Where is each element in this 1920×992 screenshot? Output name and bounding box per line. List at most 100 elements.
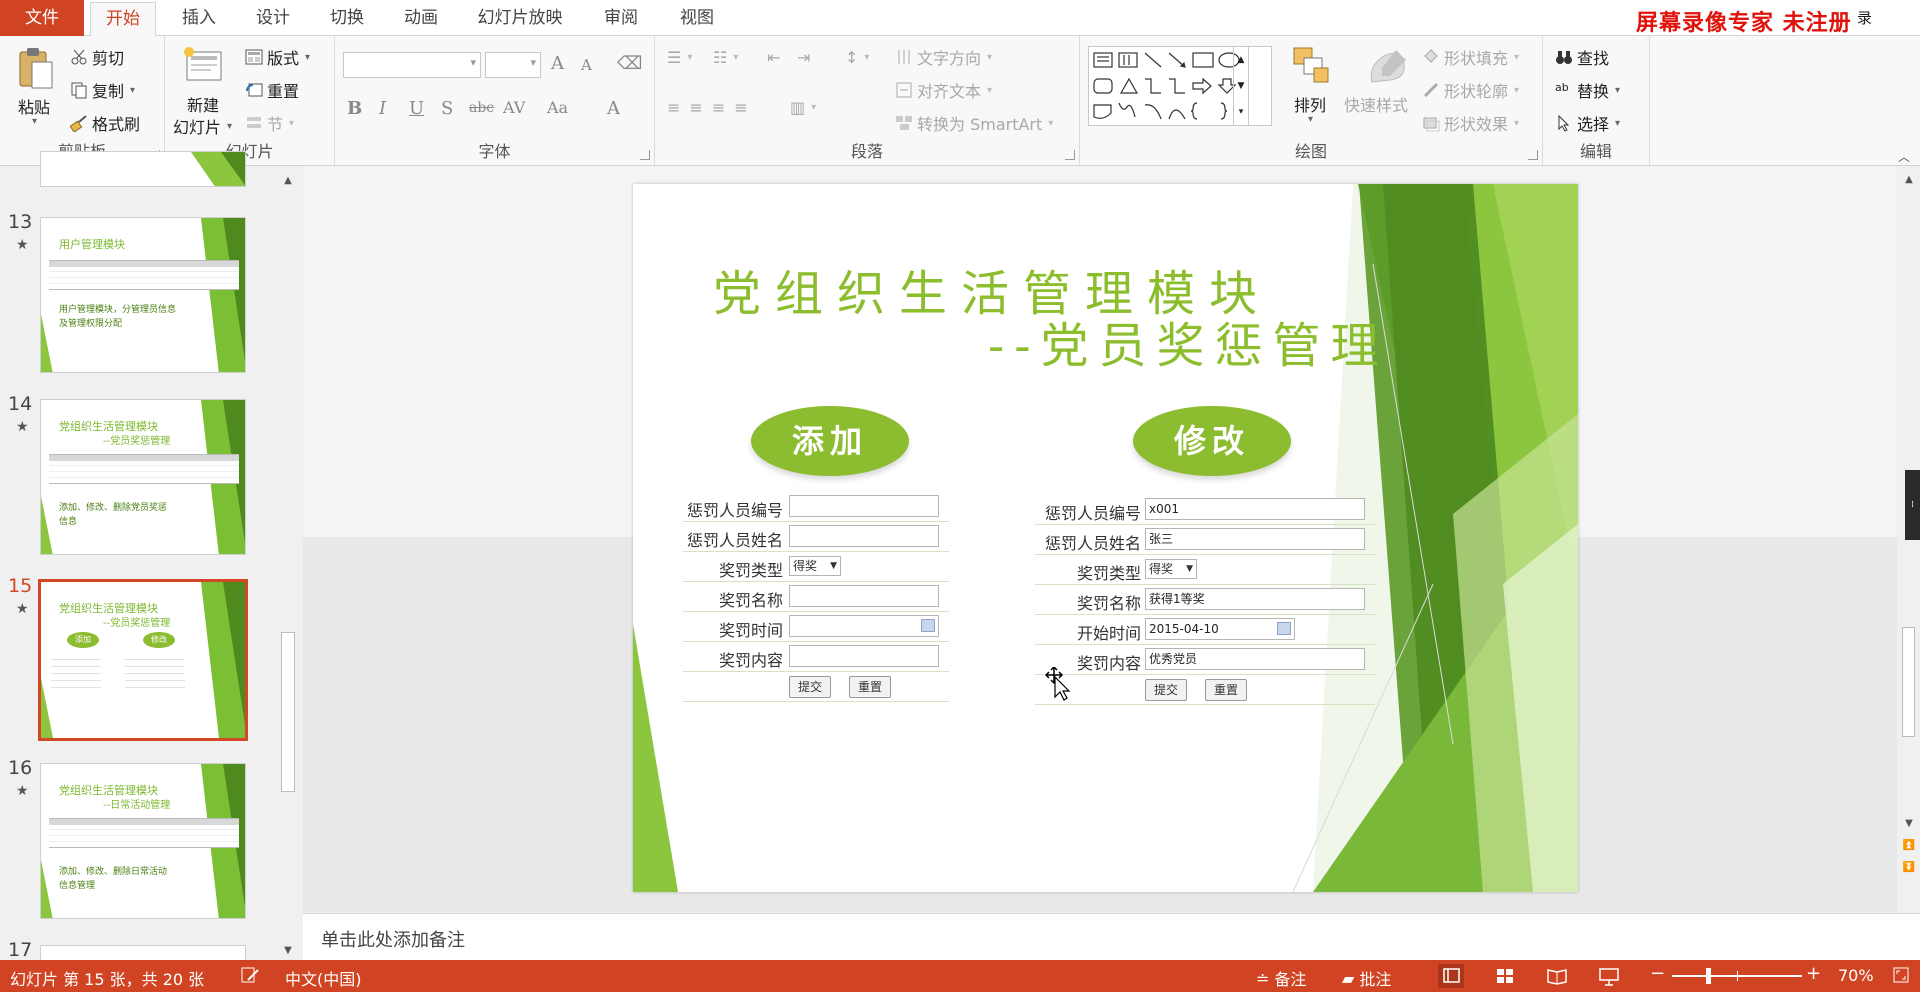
spellcheck-icon[interactable] — [240, 966, 260, 984]
quick-styles-icon[interactable] — [1366, 46, 1410, 92]
zoom-slider-thumb[interactable] — [1706, 968, 1711, 984]
shrink-font-button[interactable]: A — [581, 56, 592, 74]
slide-thumbnail-pane[interactable]: 13 ★ 用户管理模块 用户管理模块，分管理员信息 及管理权限分配 14 ★ 党… — [0, 151, 248, 961]
tab-animations[interactable]: 动画 — [394, 0, 448, 36]
edit-oval-shape[interactable]: 修改 — [1133, 406, 1291, 476]
quick-styles-button[interactable]: 快速样式 — [1344, 92, 1408, 116]
tab-slideshow[interactable]: 幻灯片放映 — [470, 0, 570, 36]
bullets-icon[interactable]: ☰ ▾ — [667, 48, 692, 67]
line-spacing-icon[interactable]: ↕ ▾ — [845, 48, 869, 67]
slideshow-view-button[interactable] — [1596, 964, 1622, 988]
language-status[interactable]: 中文(中国) — [285, 966, 362, 990]
shape-outline-button[interactable]: 形状轮廓 ▾ — [1422, 78, 1519, 102]
slide-thumbnail-14[interactable]: 党组织生活管理模块 --党员奖惩管理 添加、修改、删除党员奖惩 信息 — [40, 399, 246, 555]
slide-thumbnail-15[interactable]: 党组织生活管理模块 --党员奖惩管理 添加 修改 — [38, 579, 248, 741]
zoom-out-button[interactable]: − — [1650, 963, 1665, 984]
tab-view[interactable]: 视图 — [670, 0, 724, 36]
canvas-scroll-handle[interactable] — [1902, 627, 1915, 737]
zoom-in-button[interactable]: + — [1806, 963, 1821, 984]
scroll-up-arrow-icon[interactable]: ▲ — [1899, 171, 1919, 189]
arrange-icon[interactable] — [1292, 46, 1332, 90]
slide-sorter-button[interactable] — [1492, 964, 1518, 988]
thumbnail-scroll-handle[interactable] — [281, 632, 295, 792]
previous-slide-icon[interactable]: ⏫ — [1899, 837, 1919, 855]
smartart-button[interactable]: 转换为 SmartArt ▾ — [895, 111, 1053, 135]
align-buttons[interactable]: ≡≡≡≡ — [667, 98, 757, 117]
select-button[interactable]: 选择 ▾ — [1555, 111, 1620, 135]
copy-button[interactable]: 复制 ▾ — [70, 78, 135, 102]
layout-button[interactable]: 版式 ▾ — [245, 45, 310, 69]
clear-format-icon[interactable]: ⌫ — [617, 53, 642, 74]
next-slide-icon[interactable]: ⏬ — [1899, 859, 1919, 877]
slide-thumbnail-16[interactable]: 党组织生活管理模块 --日常活动管理 添加、修改、删除日常活动 信息管理 — [40, 763, 246, 919]
align-text-button[interactable]: 对齐文本 ▾ — [895, 78, 992, 102]
new-slide-dropdown[interactable]: 幻灯片 ▾ — [173, 114, 232, 138]
reading-view-button[interactable] — [1544, 964, 1570, 988]
fit-slide-icon[interactable] — [1892, 966, 1910, 984]
italic-button[interactable]: I — [379, 98, 386, 119]
shape-effects-button[interactable]: 形状效果 ▾ — [1422, 111, 1519, 135]
comments-toggle-button[interactable]: ▰ 批注 — [1342, 966, 1391, 990]
bold-button[interactable]: B — [347, 98, 362, 119]
strikethrough-button[interactable]: abc — [469, 100, 494, 116]
arrange-button[interactable]: 排列 — [1294, 92, 1326, 116]
slide-thumbnail-17[interactable] — [40, 945, 246, 960]
font-name-combo[interactable] — [343, 52, 481, 78]
reset-slide-button[interactable]: 重置 — [245, 78, 299, 102]
drawing-launcher[interactable] — [1528, 150, 1538, 160]
edit-form-screenshot[interactable]: 惩罚人员编号 x001 惩罚人员姓名 张三 奖罚类型 得奖 奖罚名称 获得1等奖… — [1035, 495, 1375, 705]
scroll-up-arrow-icon[interactable]: ▲ — [278, 172, 298, 190]
text-direction-button[interactable]: 文字方向 ▾ — [895, 45, 992, 69]
paragraph-launcher[interactable] — [1065, 150, 1075, 160]
cut-button[interactable]: 剪切 — [70, 45, 124, 69]
numbering-icon[interactable]: ☷ ▾ — [713, 48, 738, 67]
tab-file[interactable]: 文件 — [0, 0, 84, 36]
grow-font-button[interactable]: A — [551, 53, 564, 74]
thumbnail-scrollbar[interactable]: ▲ ▼ — [278, 172, 298, 960]
section-button[interactable]: 节 ▾ — [245, 111, 294, 135]
arrange-dropdown[interactable]: ▾ — [1308, 114, 1313, 125]
side-panel-tab[interactable]: ⁞ — [1905, 470, 1920, 540]
normal-view-button[interactable] — [1438, 964, 1464, 988]
tab-review[interactable]: 审阅 — [594, 0, 648, 36]
scroll-down-arrow-icon[interactable]: ▼ — [278, 942, 298, 960]
format-painter-button[interactable]: 格式刷 — [69, 111, 140, 135]
new-slide-button[interactable]: 新建 — [187, 92, 219, 116]
notes-placeholder[interactable]: 单击此处添加备注 — [321, 926, 465, 952]
shape-fill-button[interactable]: 形状填充 ▾ — [1422, 45, 1519, 69]
add-oval-shape[interactable]: 添加 — [751, 406, 909, 476]
add-form-screenshot[interactable]: 惩罚人员编号 惩罚人员姓名 奖罚类型 得奖 奖罚名称 奖罚时间 — [683, 492, 949, 702]
shadow-button[interactable]: S — [441, 98, 453, 119]
font-launcher[interactable] — [640, 150, 650, 160]
shape-effects-label: 形状效果 — [1444, 115, 1509, 134]
replace-button[interactable]: ab 替换 ▾ — [1555, 78, 1620, 102]
increase-indent-icon[interactable]: ⇥ — [797, 48, 810, 67]
slide-thumbnail-13[interactable]: 用户管理模块 用户管理模块，分管理员信息 及管理权限分配 — [40, 217, 246, 373]
shapes-gallery-scroll[interactable]: ▲ ▼ ▾ — [1233, 46, 1249, 126]
zoom-level[interactable]: 70% — [1838, 966, 1874, 985]
font-color-button[interactable]: A — [607, 98, 620, 119]
scroll-down-arrow-icon[interactable]: ▼ — [1899, 815, 1919, 833]
paste-icon[interactable] — [16, 46, 56, 96]
current-slide[interactable]: 党组织生活管理模块 --党员奖惩管理 添加 修改 惩罚人员编号 惩罚人员姓名 奖… — [633, 184, 1578, 892]
tab-design[interactable]: 设计 — [246, 0, 300, 36]
paste-dropdown[interactable]: ▾ — [32, 116, 37, 127]
new-slide-icon[interactable] — [181, 44, 225, 90]
slide-thumbnail-12[interactable] — [40, 151, 246, 187]
change-case-button[interactable]: Aa — [547, 98, 568, 117]
collapse-ribbon-icon[interactable]: ︿ — [1898, 148, 1910, 165]
decrease-indent-icon[interactable]: ⇤ — [767, 48, 780, 67]
tab-insert[interactable]: 插入 — [172, 0, 226, 36]
font-size-combo[interactable] — [485, 52, 541, 78]
notes-pane[interactable]: 单击此处添加备注 — [303, 913, 1920, 960]
slide-subtitle[interactable]: --党员奖惩管理 — [988, 306, 1388, 376]
slide-editing-canvas[interactable]: 党组织生活管理模块 --党员奖惩管理 添加 修改 惩罚人员编号 惩罚人员姓名 奖… — [303, 167, 1900, 912]
paste-button[interactable]: 粘贴 — [18, 94, 50, 118]
underline-button[interactable]: U — [409, 98, 424, 119]
notes-toggle-button[interactable]: ≐ 备注 — [1256, 966, 1306, 990]
columns-icon[interactable]: ▥ ▾ — [790, 98, 816, 117]
char-spacing-button[interactable]: AV — [503, 98, 525, 117]
tab-transitions[interactable]: 切换 — [320, 0, 374, 36]
tab-home[interactable]: 开始 — [90, 2, 156, 37]
find-button[interactable]: 查找 — [1555, 45, 1609, 69]
